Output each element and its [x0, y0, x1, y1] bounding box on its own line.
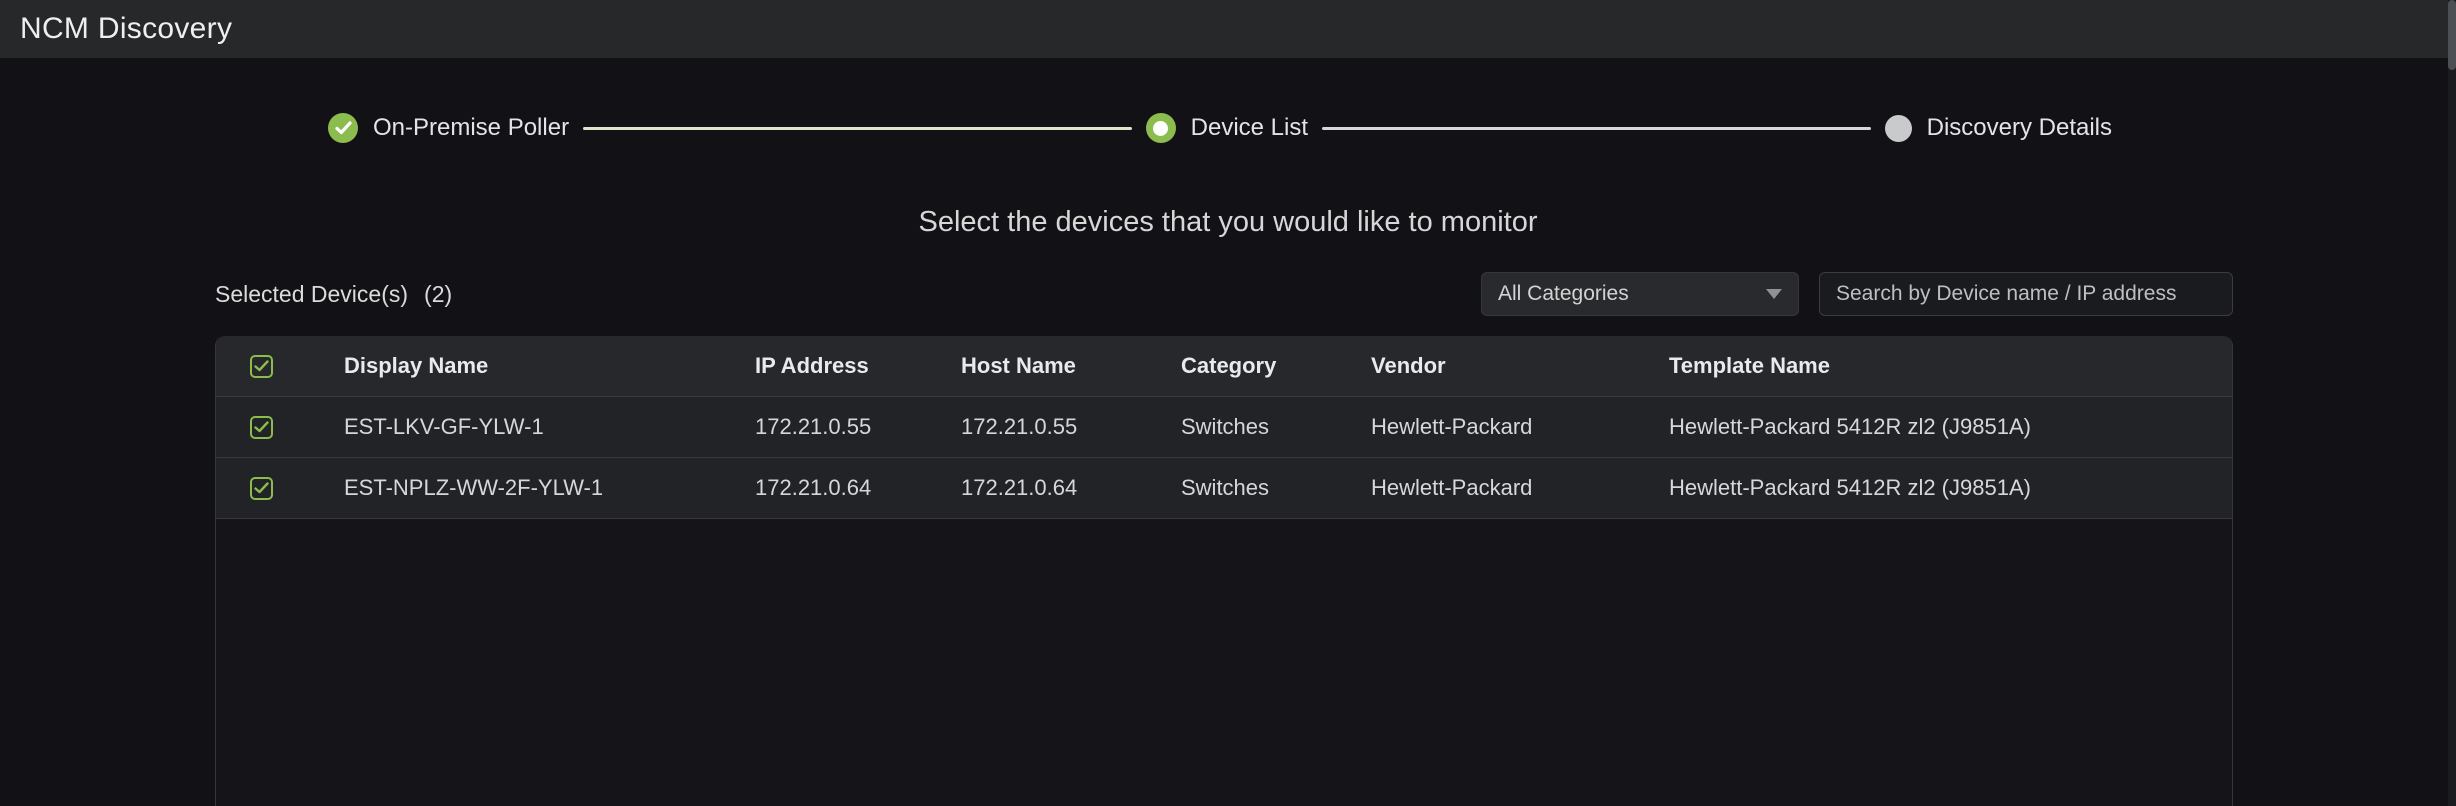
row-select-cell — [216, 416, 344, 439]
row-checkbox[interactable] — [250, 477, 273, 500]
step-label: On-Premise Poller — [373, 114, 569, 142]
column-header-template-name: Template Name — [1669, 353, 2232, 379]
stepper-connector — [1322, 127, 1871, 130]
category-filter-dropdown[interactable]: All Categories — [1481, 272, 1799, 316]
appbar: NCM Discovery — [0, 0, 2456, 58]
category-filter-value: All Categories — [1498, 282, 1766, 306]
device-table: Display Name IP Address Host Name Catego… — [215, 336, 2233, 806]
section-heading: Select the devices that you would like t… — [0, 206, 2456, 239]
cell-category: Switches — [1181, 475, 1371, 501]
row-checkbox[interactable] — [250, 416, 273, 439]
cell-template-name: Hewlett-Packard 5412R zl2 (J9851A) — [1669, 475, 2232, 501]
column-header-display-name: Display Name — [344, 353, 755, 379]
wizard-stepper: On-Premise Poller Device List Discovery … — [328, 112, 2112, 144]
cell-vendor: Hewlett-Packard — [1371, 414, 1669, 440]
table-row: EST-NPLZ-WW-2F-YLW-1 172.21.0.64 172.21.… — [216, 458, 2232, 519]
table-header-row: Display Name IP Address Host Name Catego… — [216, 336, 2232, 397]
step-on-premise-poller[interactable]: On-Premise Poller — [328, 113, 569, 143]
column-header-vendor: Vendor — [1371, 353, 1669, 379]
controls-row: Selected Device(s) (2) All Categories — [215, 272, 2233, 316]
step-completed-check-icon — [328, 113, 358, 143]
step-discovery-details[interactable]: Discovery Details — [1885, 114, 2112, 142]
cell-display-name: EST-NPLZ-WW-2F-YLW-1 — [344, 475, 755, 501]
dot-icon — [1153, 121, 1168, 136]
scrollbar-thumb[interactable] — [2448, 0, 2456, 70]
page-title: NCM Discovery — [20, 12, 232, 46]
caret-down-icon — [1766, 289, 1782, 299]
check-icon — [254, 360, 269, 372]
cell-display-name: EST-LKV-GF-YLW-1 — [344, 414, 755, 440]
step-label: Discovery Details — [1927, 114, 2112, 142]
selected-devices-label: Selected Device(s) — [215, 281, 408, 308]
cell-ip-address: 172.21.0.64 — [755, 475, 961, 501]
step-device-list[interactable]: Device List — [1146, 113, 1308, 143]
column-header-category: Category — [1181, 353, 1371, 379]
device-search-input[interactable] — [1819, 272, 2233, 316]
row-select-cell — [216, 477, 344, 500]
check-icon — [254, 482, 269, 494]
selected-devices-summary: Selected Device(s) (2) — [215, 281, 452, 308]
table-row: EST-LKV-GF-YLW-1 172.21.0.55 172.21.0.55… — [216, 397, 2232, 458]
column-header-host-name: Host Name — [961, 353, 1181, 379]
select-all-cell — [216, 355, 344, 378]
check-icon — [254, 421, 269, 433]
check-icon — [335, 121, 352, 135]
step-active-dot-icon — [1146, 113, 1176, 143]
column-header-ip-address: IP Address — [755, 353, 961, 379]
scrollbar-track — [2448, 0, 2456, 806]
selected-devices-count: (2) — [424, 281, 452, 308]
select-all-checkbox[interactable] — [250, 355, 273, 378]
stepper-connector — [583, 127, 1132, 130]
cell-host-name: 172.21.0.55 — [961, 414, 1181, 440]
cell-host-name: 172.21.0.64 — [961, 475, 1181, 501]
cell-vendor: Hewlett-Packard — [1371, 475, 1669, 501]
step-label: Device List — [1191, 114, 1308, 142]
cell-category: Switches — [1181, 414, 1371, 440]
step-pending-circle — [1885, 115, 1912, 142]
cell-ip-address: 172.21.0.55 — [755, 414, 961, 440]
cell-template-name: Hewlett-Packard 5412R zl2 (J9851A) — [1669, 414, 2232, 440]
